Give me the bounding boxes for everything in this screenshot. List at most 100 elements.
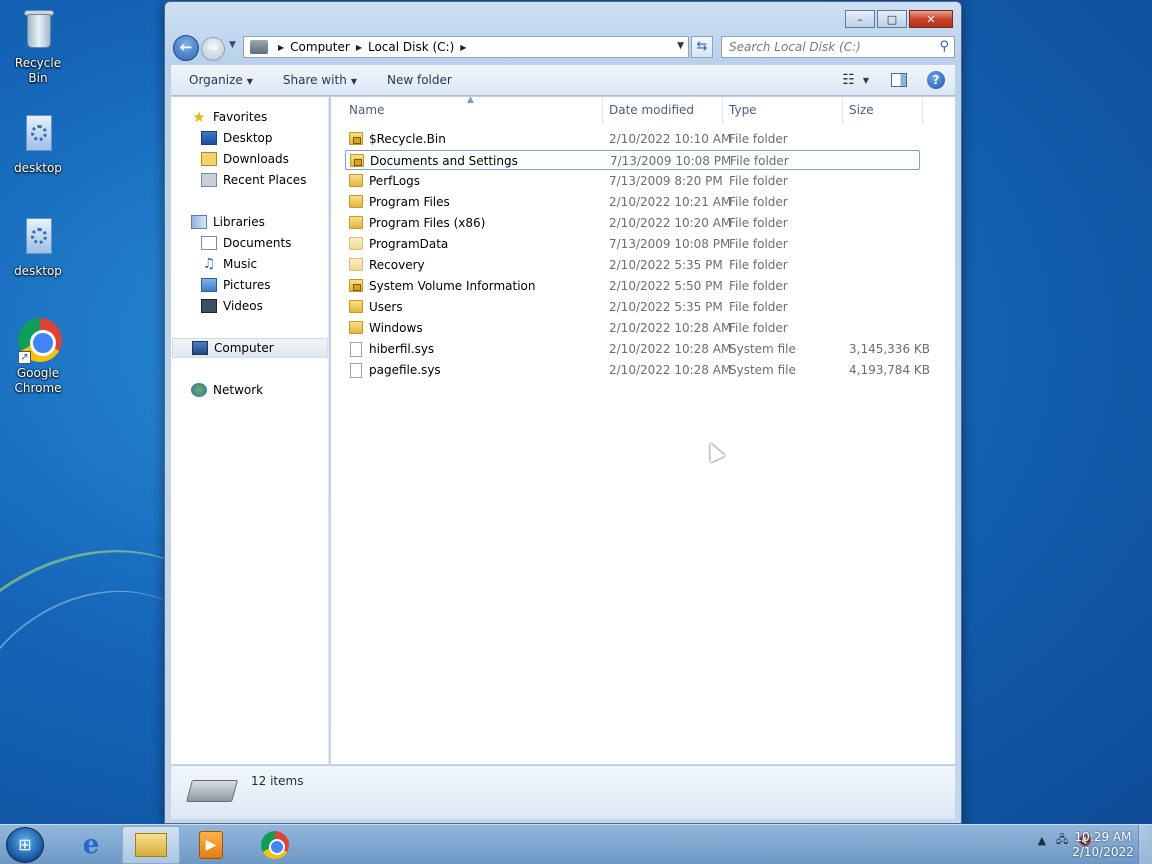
file-type: System file [729, 363, 796, 377]
system-file-icon [350, 363, 362, 378]
close-button[interactable]: ✕ [909, 10, 953, 28]
taskbar-internet-explorer[interactable]: e [62, 826, 120, 864]
refresh-button[interactable]: ⇆ [691, 36, 713, 58]
recent-places-icon [201, 173, 217, 187]
file-name: Recovery [369, 258, 425, 272]
desktop-icon-recycle-bin[interactable]: Recycle Bin [4, 8, 72, 86]
nav-item-label: Computer [214, 341, 274, 355]
media-player-icon: ▶ [199, 831, 223, 859]
nav-item-music[interactable]: ♫ Music [201, 254, 257, 274]
file-type: System file [729, 342, 796, 356]
column-header-date-modified[interactable]: Date modified [603, 97, 723, 123]
show-hidden-icons-icon[interactable]: ▲ [1038, 834, 1046, 847]
file-date: 2/10/2022 10:28 AM [609, 321, 732, 335]
nav-item-pictures[interactable]: Pictures [201, 275, 271, 295]
desktop-icon-label: desktop [14, 161, 62, 175]
column-header-type[interactable]: Type [723, 97, 843, 123]
organize-menu[interactable]: Organize ▼ [171, 73, 263, 87]
recent-pages-dropdown[interactable]: ▼ [229, 40, 236, 50]
file-row[interactable]: Windows 2/10/2022 10:28 AM File folder [345, 318, 920, 338]
column-header-size[interactable]: Size [843, 97, 923, 123]
column-header-name[interactable]: Name [343, 97, 603, 123]
taskbar-chrome[interactable] [246, 826, 304, 864]
file-size: 3,145,336 KB [849, 342, 930, 356]
desktop-icon-label: Recycle Bin [14, 56, 62, 85]
system-file-icon [350, 342, 362, 357]
nav-item-computer[interactable]: Computer [172, 338, 328, 358]
breadcrumb-computer[interactable]: Computer [290, 40, 350, 54]
command-toolbar: Organize ▼ Share with ▼ New folder ☷ ▼ ? [171, 65, 955, 96]
help-icon[interactable]: ? [927, 71, 945, 89]
details-pane: 12 items [171, 765, 955, 819]
file-row[interactable]: $Recycle.Bin 2/10/2022 10:10 AM File fol… [345, 129, 920, 149]
clock[interactable]: 10:29 AM 2/10/2022 [1072, 830, 1134, 860]
file-name: Users [369, 300, 403, 314]
nav-item-videos[interactable]: Videos [201, 296, 263, 316]
chevron-right-icon[interactable]: ▶ [356, 43, 362, 52]
file-date: 2/10/2022 5:35 PM [609, 258, 723, 272]
nav-item-label: Libraries [213, 215, 265, 229]
minimize-button[interactable]: – [845, 10, 875, 28]
maximize-button[interactable]: □ [877, 10, 907, 28]
network-status-icon[interactable]: 🖧 [1056, 831, 1068, 850]
network-icon [191, 383, 207, 397]
new-folder-button[interactable]: New folder [367, 73, 462, 87]
nav-item-label: Videos [223, 299, 263, 313]
nav-item-documents[interactable]: Documents [201, 233, 291, 253]
desktop-icon [201, 131, 217, 145]
nav-item-downloads[interactable]: Downloads [201, 149, 289, 169]
file-row[interactable]: PerfLogs 7/13/2009 8:20 PM File folder [345, 171, 920, 191]
taskbar-windows-explorer[interactable] [122, 826, 180, 864]
taskbar-media-player[interactable]: ▶ [182, 826, 240, 864]
file-row[interactable]: Program Files 2/10/2022 10:21 AM File fo… [345, 192, 920, 212]
address-bar[interactable]: ▶ Computer ▶ Local Disk (C:) ▶ ▼ [243, 36, 689, 58]
file-date: 7/13/2009 8:20 PM [609, 174, 723, 188]
desktop-icon-desktop-ini[interactable]: desktop [4, 216, 72, 279]
chevron-right-icon[interactable]: ▶ [460, 43, 466, 52]
nav-item-label: Network [213, 383, 264, 397]
folder-icon [349, 195, 363, 208]
folder-icon [349, 300, 363, 313]
nav-item-network[interactable]: Network [191, 380, 263, 400]
file-row[interactable]: Documents and Settings 7/13/2009 10:08 P… [345, 150, 920, 170]
navigation-pane: ★ Favorites Desktop Downloads Recent Pla… [171, 97, 329, 764]
nav-item-recent-places[interactable]: Recent Places [201, 170, 306, 190]
nav-item-libraries[interactable]: Libraries [191, 212, 265, 232]
file-row[interactable]: pagefile.sys 2/10/2022 10:28 AM System f… [345, 360, 930, 380]
file-date: 2/10/2022 10:28 AM [609, 342, 732, 356]
address-history-dropdown[interactable]: ▼ [677, 41, 684, 51]
file-row[interactable]: System Volume Information 2/10/2022 5:50… [345, 276, 920, 296]
item-count: 12 items [251, 774, 304, 788]
file-name: ProgramData [369, 237, 449, 251]
desktop-icon-desktop-ini[interactable]: desktop [4, 113, 72, 176]
explorer-window: – □ ✕ ← → ▼ ▶ Computer ▶ Local Disk (C:)… [164, 1, 962, 824]
search-icon[interactable]: ⚲ [939, 39, 949, 54]
organize-label: Organize [189, 73, 243, 87]
search-input[interactable]: Search Local Disk (C:) ⚲ [721, 36, 955, 58]
file-row[interactable]: hiberfil.sys 2/10/2022 10:28 AM System f… [345, 339, 930, 359]
chrome-icon: ↗ [18, 318, 62, 364]
hard-drive-icon [186, 780, 238, 802]
file-row[interactable]: Users 2/10/2022 5:35 PM File folder [345, 297, 920, 317]
nav-item-label: Desktop [223, 131, 273, 145]
back-button[interactable]: ← [173, 35, 199, 61]
internet-explorer-icon: e [82, 830, 100, 860]
preview-pane-icon[interactable] [891, 73, 907, 87]
start-button[interactable]: ⊞ [6, 827, 44, 863]
chevron-right-icon[interactable]: ▶ [278, 43, 284, 52]
nav-item-favorites[interactable]: ★ Favorites [191, 107, 267, 127]
file-row[interactable]: ProgramData 7/13/2009 10:08 PM File fold… [345, 234, 920, 254]
view-options-icon[interactable]: ☷ [842, 72, 855, 88]
music-icon: ♫ [202, 256, 216, 272]
file-date: 2/10/2022 5:35 PM [609, 300, 723, 314]
nav-item-desktop[interactable]: Desktop [201, 128, 273, 148]
breadcrumb-local-disk[interactable]: Local Disk (C:) [368, 40, 454, 54]
show-desktop-button[interactable] [1138, 825, 1152, 864]
share-with-menu[interactable]: Share with ▼ [263, 73, 367, 87]
file-row[interactable]: Program Files (x86) 2/10/2022 10:20 AM F… [345, 213, 920, 233]
desktop-icon-google-chrome[interactable]: ↗ Google Chrome [4, 318, 72, 396]
chevron-down-icon[interactable]: ▼ [863, 76, 869, 85]
file-row[interactable]: Recovery 2/10/2022 5:35 PM File folder [345, 255, 920, 275]
pictures-icon [201, 278, 217, 292]
forward-button[interactable]: → [201, 37, 225, 61]
